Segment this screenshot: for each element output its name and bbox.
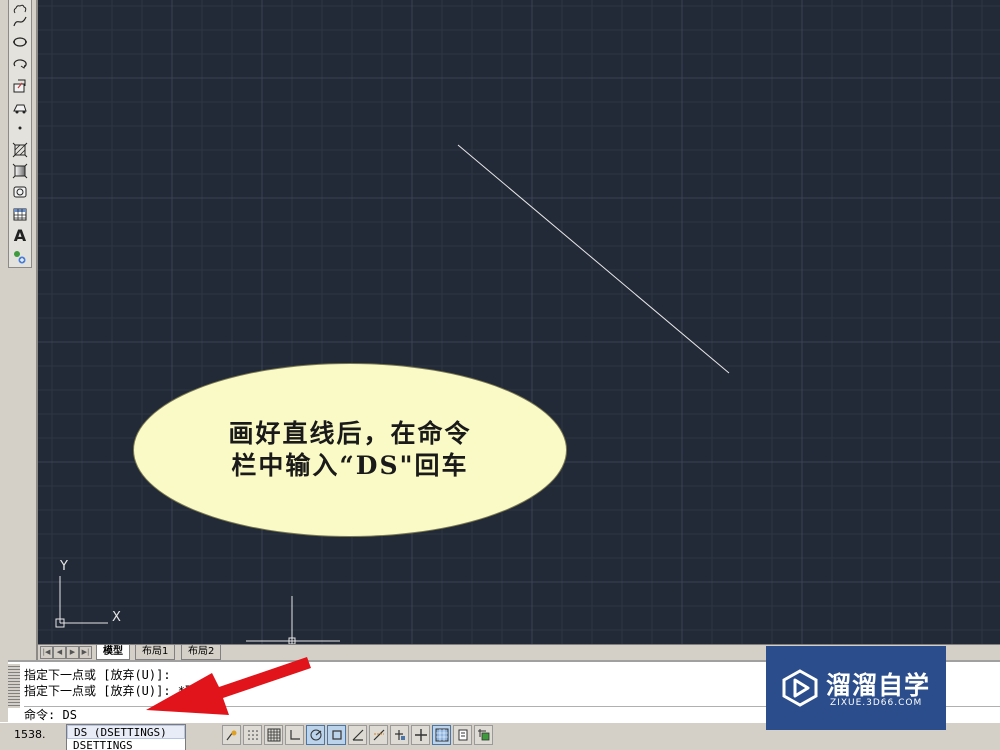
autocomplete-option-dsettings[interactable]: DSETTINGS xyxy=(67,739,185,750)
command-autocomplete-list: DS (DSETTINGS) DSETTINGS xyxy=(66,724,186,750)
red-arrow-annotation xyxy=(146,657,311,715)
autocad-window: A Y X |◀ ◀ ▶ ▶| 模型 布局1 布局2 指定下一点或 [放弃(U)… xyxy=(0,0,1000,750)
autocomplete-option-ds[interactable]: DS (DSETTINGS) xyxy=(67,725,185,739)
